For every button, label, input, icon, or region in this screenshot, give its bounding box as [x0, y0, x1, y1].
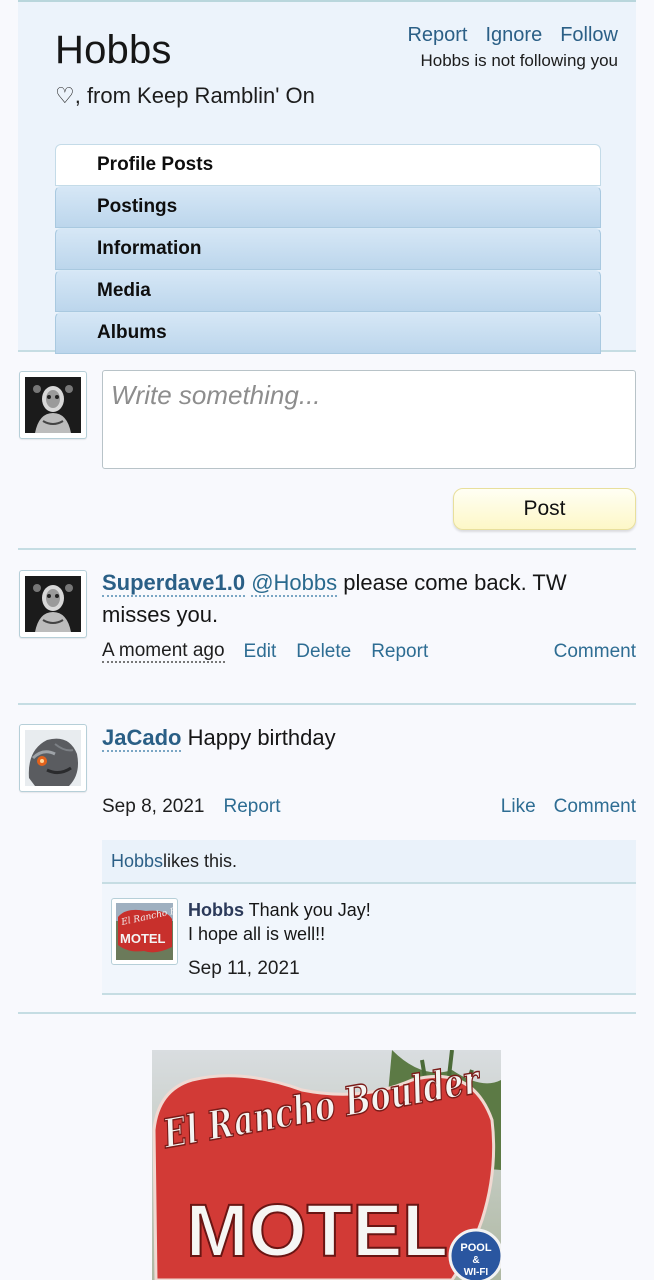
sign-block-text: MOTEL: [186, 1189, 448, 1272]
ignore-link[interactable]: Ignore: [485, 24, 542, 47]
avatar-image: [25, 576, 81, 632]
badge-line-3: WI-FI: [464, 1267, 489, 1278]
post-meta: Sep 8, 2021 Report Like Comment: [102, 796, 636, 818]
follow-status: Hobbs is not following you: [420, 51, 618, 70]
report-link[interactable]: Report: [223, 796, 280, 818]
post-timestamp[interactable]: A moment ago: [102, 641, 225, 663]
write-something-input[interactable]: [102, 370, 636, 469]
comment-avatar[interactable]: El Rancho Boulder MOTEL: [111, 898, 207, 965]
divider: [18, 548, 636, 550]
profile-header: Hobbs ♡, from Keep Ramblin' On Report Ig…: [18, 0, 636, 354]
likes-text: likes this.: [163, 850, 238, 871]
post-button[interactable]: Post: [453, 488, 636, 530]
tab-information[interactable]: Information: [55, 228, 601, 270]
tab-media[interactable]: Media: [55, 270, 601, 312]
motel-sign-image[interactable]: El Rancho Boulder MOTEL POOL & WI-FI: [152, 1050, 501, 1280]
delete-link[interactable]: Delete: [296, 641, 351, 663]
comment-item: El Rancho Boulder MOTEL Hobbs Thank you …: [102, 884, 636, 995]
post-author-link[interactable]: Superdave1.0: [102, 570, 246, 597]
comment-line-2: I hope all is well!!: [188, 924, 326, 944]
mention-link[interactable]: @Hobbs: [251, 570, 338, 597]
like-link[interactable]: Like: [501, 796, 536, 818]
badge-line-1: POOL: [460, 1242, 491, 1254]
my-avatar[interactable]: [19, 371, 87, 439]
edit-link[interactable]: Edit: [244, 641, 277, 663]
divider: [18, 703, 636, 705]
profile-subtitle: ♡, from Keep Ramblin' On: [55, 83, 315, 108]
report-link[interactable]: Report: [371, 641, 428, 663]
comment-timestamp: Sep 11, 2021: [188, 958, 300, 979]
divider: [18, 1012, 636, 1014]
avatar-image: [25, 377, 81, 433]
comment-text: Hobbs Thank you Jay! I hope all is well!…: [188, 898, 371, 946]
comment-line-1: Thank you Jay!: [244, 900, 371, 920]
post-avatar[interactable]: [19, 570, 87, 638]
avatar-image: [25, 730, 81, 786]
comment-link[interactable]: Comment: [554, 796, 636, 818]
post-author-link[interactable]: JaCado: [102, 725, 182, 752]
post-message: Superdave1.0 @Hobbs please come back. TW…: [102, 567, 636, 631]
post-text: Happy birthday: [187, 725, 336, 750]
profile-actions: Report Ignore Follow: [407, 24, 618, 47]
post-meta: A moment ago Edit Delete Report Comment: [102, 641, 636, 663]
liker-link[interactable]: Hobbs: [111, 851, 163, 872]
report-profile-link[interactable]: Report: [407, 24, 467, 47]
profile-name: Hobbs: [55, 28, 172, 72]
post-message: JaCado Happy birthday: [102, 722, 636, 754]
motel-sign-thumbnail: El Rancho Boulder MOTEL: [116, 900, 207, 960]
tab-albums[interactable]: Albums: [55, 312, 601, 354]
badge-line-2: &: [472, 1255, 479, 1266]
thumb-block-text: MOTEL: [120, 931, 166, 946]
post-avatar[interactable]: [19, 724, 87, 792]
comment-link[interactable]: Comment: [554, 641, 636, 663]
tab-postings[interactable]: Postings: [55, 186, 601, 228]
profile-tabs: Profile Posts Postings Information Media…: [55, 144, 601, 354]
comment-author-link[interactable]: Hobbs: [188, 900, 244, 920]
post-timestamp: Sep 8, 2021: [102, 796, 205, 817]
follow-link[interactable]: Follow: [560, 24, 618, 47]
tab-profile-posts[interactable]: Profile Posts: [55, 144, 601, 186]
likes-summary: Hobbs likes this.: [102, 840, 636, 884]
